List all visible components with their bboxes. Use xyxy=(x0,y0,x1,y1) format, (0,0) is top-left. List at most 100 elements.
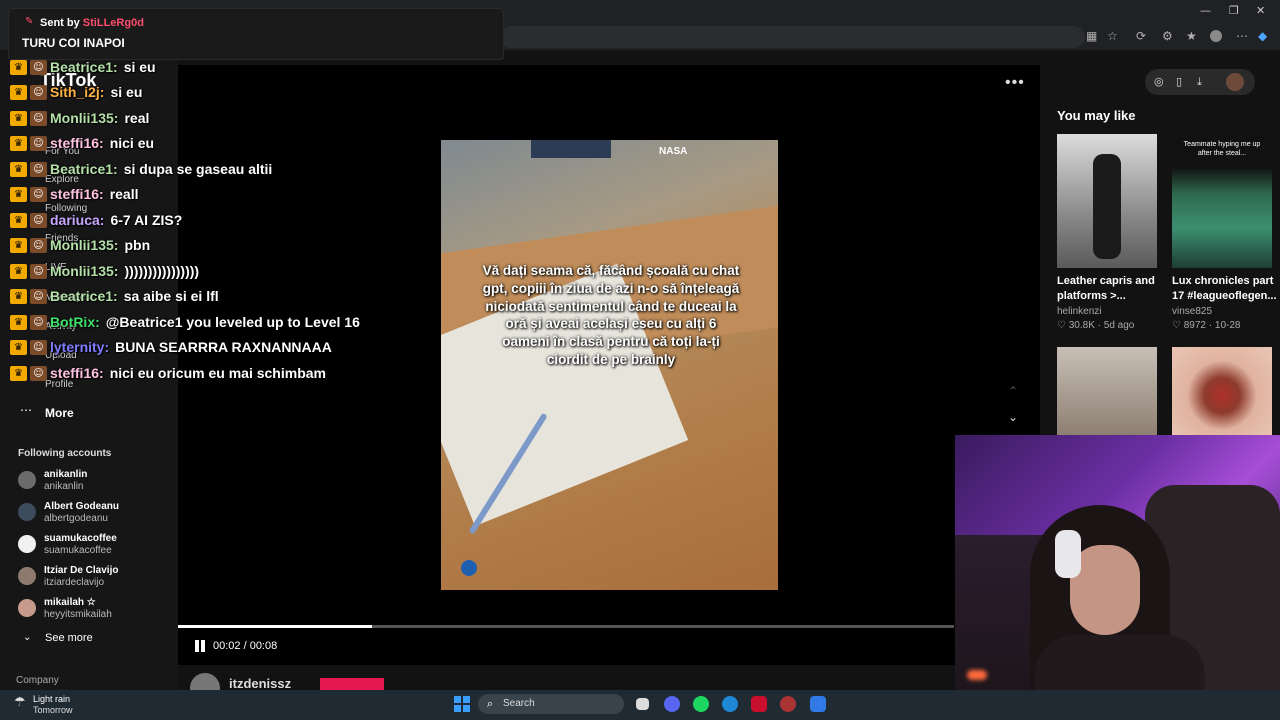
sub-badge-icon: ☺ xyxy=(30,161,47,177)
recommendation-title[interactable]: Leather capris and platforms >... xyxy=(1057,274,1165,304)
chat-username[interactable]: steffi16: xyxy=(50,186,104,202)
taskbar-search[interactable] xyxy=(478,694,624,714)
favorites-icon[interactable]: ★ xyxy=(1186,29,1197,43)
explorer-icon[interactable] xyxy=(810,696,826,712)
company-link[interactable]: Company xyxy=(16,675,59,686)
account-item[interactable]: suamukacoffee suamukacoffee xyxy=(16,533,176,563)
author-name[interactable]: itzdenissz xyxy=(229,676,291,691)
avatar xyxy=(18,471,36,489)
account-item[interactable]: Albert Godeanu albertgodeanu xyxy=(16,501,176,531)
maximize-button[interactable]: ❐ xyxy=(1229,4,1239,17)
chat-message: ♛ ☺ steffi16: reall xyxy=(10,183,139,205)
chat-username[interactable]: Beatrice1: xyxy=(50,59,118,75)
chat-message: ♛ ☺ Beatrice1: si dupa se gaseau altii xyxy=(10,158,272,180)
avatar xyxy=(18,567,36,585)
refresh-icon[interactable]: ⟳ xyxy=(1136,29,1146,43)
video-frame[interactable]: NASA Vă dați seama că, făcând școală cu … xyxy=(441,140,778,590)
see-more-link[interactable]: See more xyxy=(45,632,93,644)
account-name: Itziar De Clavijo xyxy=(44,565,119,576)
weather-time: Tomorrow xyxy=(33,705,73,715)
apps-icon[interactable]: ▦ xyxy=(1086,29,1097,43)
crown-badge-icon: ♛ xyxy=(10,161,27,177)
chat-username[interactable]: BotRix: xyxy=(50,314,100,330)
sweatshirt-text: NASA xyxy=(659,146,688,157)
edge-icon[interactable] xyxy=(722,696,738,712)
chat-message: ♛ ☺ Monlii135: pbn xyxy=(10,234,150,256)
chat-username[interactable]: Sith_i2j: xyxy=(50,84,104,100)
account-item[interactable]: anikanlin anikanlin xyxy=(16,469,176,499)
chat-username[interactable]: Monlii135: xyxy=(50,110,118,126)
account-name: mikailah ☆ xyxy=(44,597,96,608)
recommendation-thumbnail[interactable]: Teammate hyping me up after the steal... xyxy=(1172,134,1272,268)
sub-badge-icon: ☺ xyxy=(30,339,47,355)
chat-text: pbn xyxy=(124,237,151,253)
sub-badge-icon: ☺ xyxy=(30,237,47,253)
profile-avatar[interactable] xyxy=(1226,73,1244,91)
chat-text: reall xyxy=(109,186,139,202)
copilot-icon[interactable]: ◆ xyxy=(1258,29,1267,43)
account-name: Albert Godeanu xyxy=(44,501,120,512)
thumbnail-figure xyxy=(1093,154,1121,259)
recommendation-user[interactable]: vinse825 xyxy=(1172,306,1212,317)
chat-username[interactable]: steffi16: xyxy=(50,365,104,381)
recommendation-user[interactable]: helinkenzi xyxy=(1057,306,1101,317)
crown-badge-icon: ♛ xyxy=(10,186,27,202)
chat-username[interactable]: Beatrice1: xyxy=(50,288,118,304)
chat-username[interactable]: steffi16: xyxy=(50,135,104,151)
notification-sender-line: Sent by StiLLeRg0d xyxy=(40,17,144,29)
chat-username[interactable]: Monlii135: xyxy=(50,263,118,279)
video-time: 00:02 / 00:08 xyxy=(213,640,278,652)
task-view-icon[interactable] xyxy=(636,698,649,710)
close-button[interactable]: ✕ xyxy=(1256,4,1265,17)
menu-icon[interactable]: ⋯ xyxy=(1236,29,1248,43)
extensions-icon[interactable]: ⚙ xyxy=(1162,29,1173,43)
sub-badge-icon: ☺ xyxy=(30,288,47,304)
windows-logo-tile xyxy=(463,705,470,712)
discord-icon[interactable] xyxy=(664,696,680,712)
webcam-light-region xyxy=(967,670,987,680)
address-bar[interactable] xyxy=(500,26,1085,48)
chat-message: ♛ ☺ Sith_i2j: si eu xyxy=(10,81,142,103)
phone-icon[interactable]: ▯ xyxy=(1176,75,1182,88)
chat-username[interactable]: Monlii135: xyxy=(50,237,118,253)
thumbnail-overlay-text: Teammate hyping me up after the steal... xyxy=(1183,141,1261,157)
account-item[interactable]: mikailah ☆ heyyitsmikailah xyxy=(16,597,176,627)
start-button[interactable] xyxy=(454,696,470,712)
crown-badge-icon: ♛ xyxy=(10,212,27,228)
chat-text: BUNA SEARRRA RAXNANNAAA xyxy=(115,339,332,355)
compass-icon[interactable]: ◎ xyxy=(1154,75,1164,88)
chat-username[interactable]: lyternity: xyxy=(50,339,109,355)
sub-badge-icon: ☺ xyxy=(30,135,47,151)
sub-badge-icon: ☺ xyxy=(30,59,47,75)
red-app-icon[interactable] xyxy=(751,696,767,712)
board-image-region xyxy=(531,140,611,158)
chevron-up-icon[interactable]: ⌃ xyxy=(1008,384,1018,398)
crown-badge-icon: ♛ xyxy=(10,237,27,253)
chat-message: ♛ ☺ lyternity: BUNA SEARRRA RAXNANNAAA xyxy=(10,336,332,358)
recommendation-thumbnail[interactable] xyxy=(1057,347,1157,435)
obs-icon[interactable] xyxy=(780,696,796,712)
more-options-icon[interactable]: ••• xyxy=(1005,74,1025,92)
minimize-button[interactable]: — xyxy=(1200,4,1211,17)
recommendation-title[interactable]: Lux chronicles part 17 #leagueoflegen... xyxy=(1172,274,1280,304)
account-item[interactable]: Itziar De Clavijo itziardeclavijo xyxy=(16,565,176,595)
more-icon: ⋯ xyxy=(20,403,32,417)
weather-condition[interactable]: Light rain xyxy=(33,694,70,704)
chevron-down-icon[interactable]: ⌄ xyxy=(1008,410,1018,424)
star-icon[interactable]: ☆ xyxy=(1107,29,1118,43)
profile-icon[interactable] xyxy=(1210,30,1222,42)
chat-username[interactable]: Beatrice1: xyxy=(50,161,118,177)
video-progress-fill xyxy=(178,625,372,628)
crown-badge-icon: ♛ xyxy=(10,110,27,126)
pause-icon-bar xyxy=(195,640,199,652)
recommendation-thumbnail[interactable] xyxy=(1057,134,1157,268)
sidebar-more[interactable]: More xyxy=(45,406,74,420)
spotify-icon[interactable] xyxy=(693,696,709,712)
sub-badge-icon: ☺ xyxy=(30,110,47,126)
chat-text: real xyxy=(124,110,150,126)
pause-button[interactable] xyxy=(193,638,207,654)
video-progress-bar[interactable] xyxy=(178,625,954,628)
chat-username[interactable]: dariuca: xyxy=(50,212,104,228)
download-icon[interactable]: ⤓ xyxy=(1197,75,1202,89)
recommendation-thumbnail[interactable] xyxy=(1172,347,1272,435)
